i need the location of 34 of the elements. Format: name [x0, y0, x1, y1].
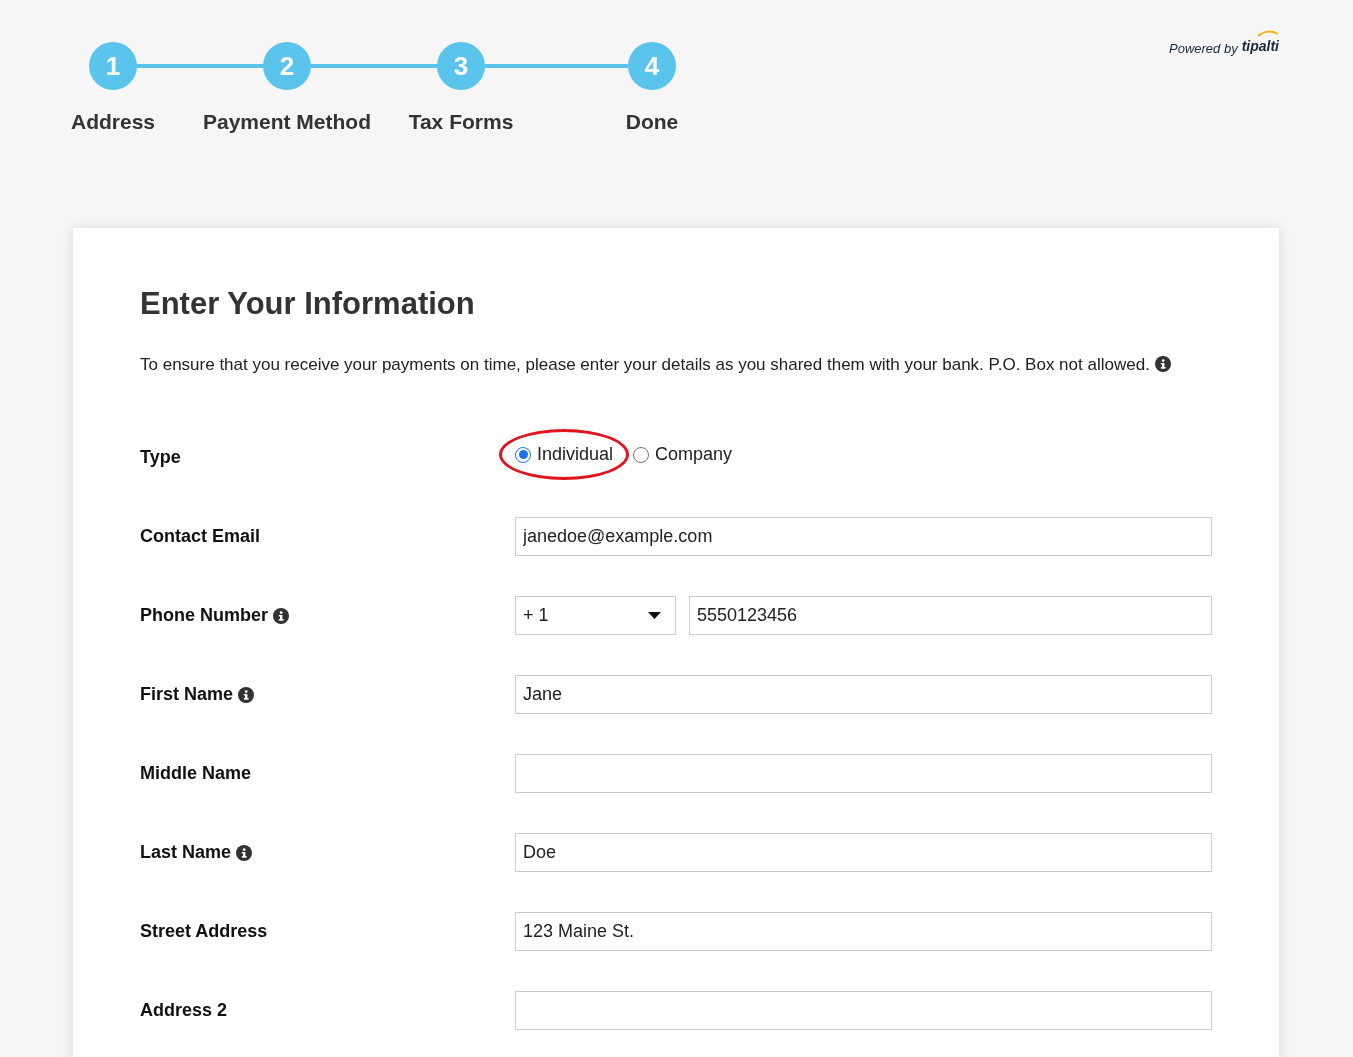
brand-logo: tipalti [1241, 38, 1279, 54]
radio-button[interactable] [515, 446, 531, 463]
text-input-field[interactable] [515, 991, 1212, 1030]
form-title: Enter Your Information [140, 285, 476, 323]
text-input-field[interactable]: Jane [515, 675, 1212, 714]
powered-by-text: Powered by [1169, 39, 1238, 58]
country-code-dropdown[interactable]: + 1 [515, 596, 676, 635]
step-label: Address [71, 109, 155, 135]
radio-option[interactable]: Company [633, 441, 733, 468]
text-input-field[interactable]: Doe [515, 833, 1212, 872]
field-label: First Name [140, 683, 234, 706]
logo-swoosh-icon [1257, 29, 1279, 37]
info-icon[interactable] [238, 686, 255, 703]
field-label: Type [140, 446, 181, 469]
radio-button[interactable] [633, 446, 650, 463]
phone-input-field[interactable]: 5550123456 [689, 596, 1212, 635]
field-label: Street Address [140, 920, 268, 943]
field-label: Phone Number [140, 604, 268, 627]
text-input-field[interactable]: janedoe@example.com [515, 517, 1212, 556]
field-label: Last Name [140, 841, 232, 864]
text-input-field[interactable] [515, 754, 1212, 793]
caret-icon [648, 612, 661, 619]
field-label: Middle Name [140, 762, 252, 785]
step-label: Payment Method [203, 109, 371, 135]
step-label: Done [625, 109, 679, 135]
field-label: Address 2 [140, 999, 228, 1022]
intro-paragraph: To ensure that you receive your payments on time, please enter your details as you shared them with your bank. P.O. Box not allowed. [140, 352, 1180, 378]
text-input-field[interactable]: 123 Maine St. [515, 912, 1212, 951]
field-label: Contact Email [140, 525, 261, 548]
info-icon[interactable] [1154, 356, 1171, 372]
info-icon[interactable] [273, 607, 289, 624]
info-icon[interactable] [236, 844, 253, 861]
radio-option[interactable]: Individual [515, 441, 614, 468]
step-label: Tax Forms [408, 109, 514, 135]
